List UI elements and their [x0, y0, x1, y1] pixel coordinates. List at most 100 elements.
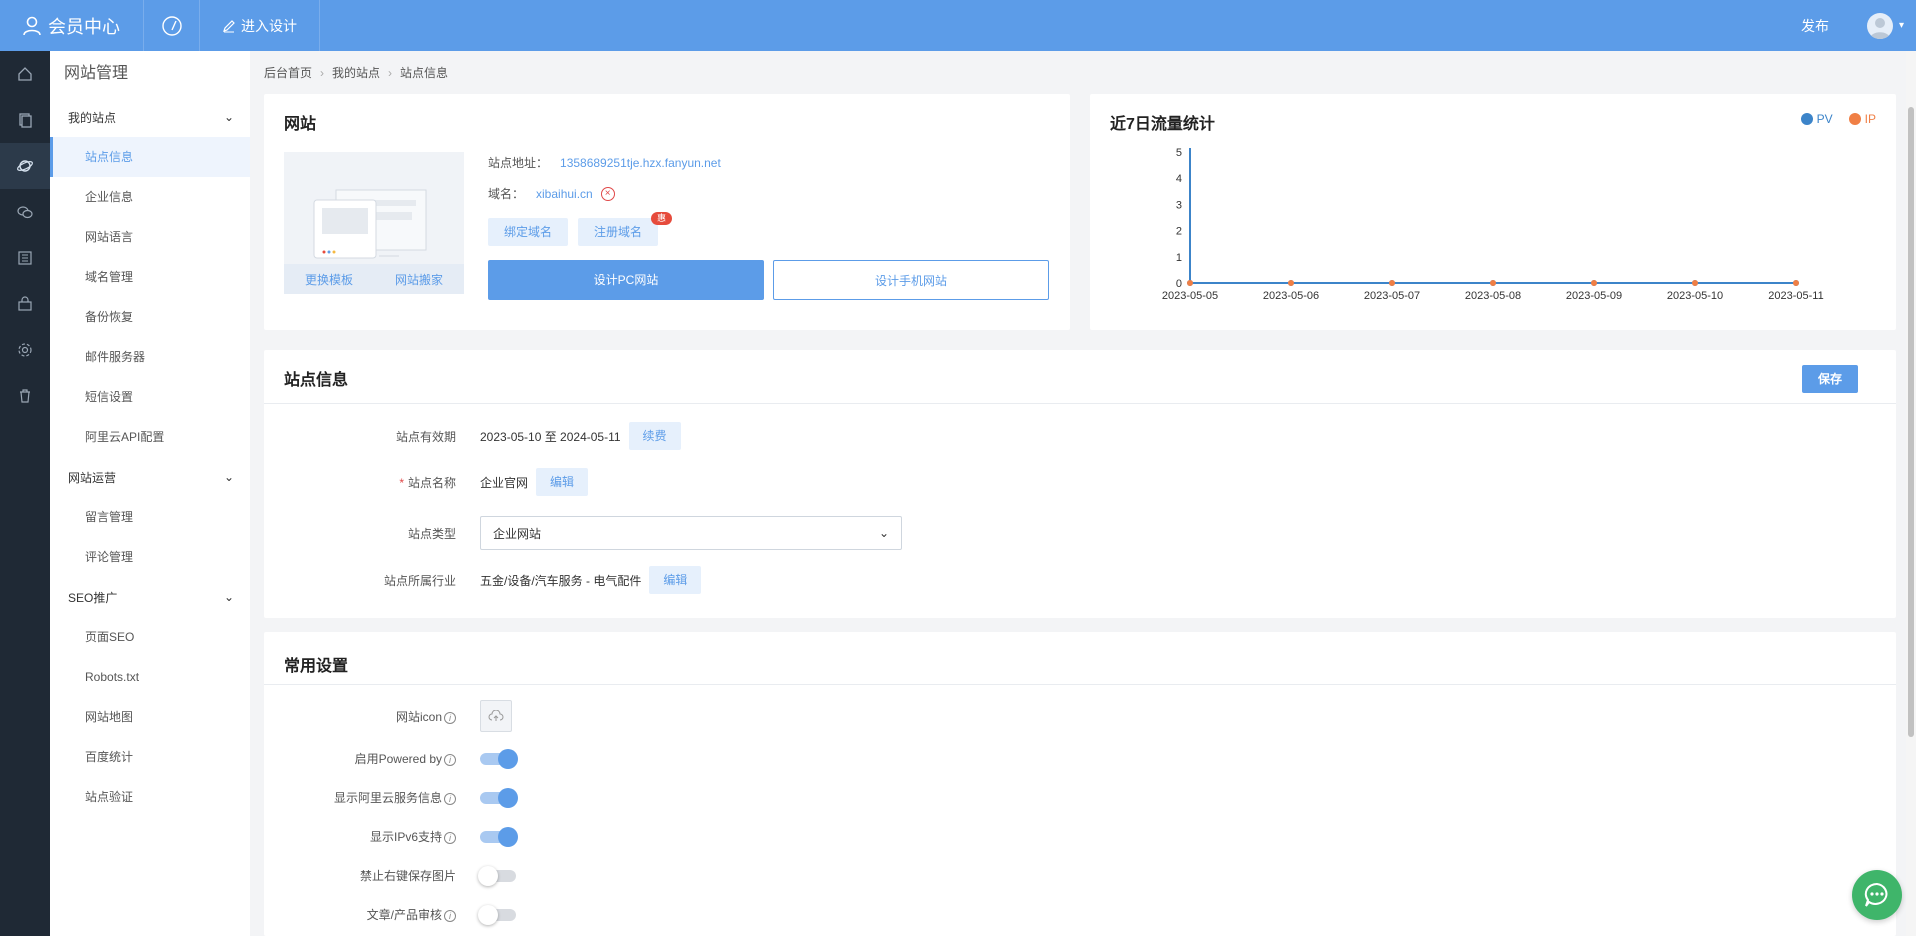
site-name-value: 企业官网	[480, 475, 529, 490]
setting-label: 启用Powered by	[354, 752, 442, 766]
breadcrumb-my-site[interactable]: 我的站点	[332, 64, 380, 81]
x-tick-label: 2023-05-11	[1768, 290, 1823, 302]
menu-item-site-language[interactable]: 网站语言	[50, 217, 250, 257]
info-icon[interactable]: i	[444, 754, 456, 766]
setting-label-wrap: 禁止右键保存图片	[264, 867, 480, 884]
menu-item-sitemap[interactable]: 网站地图	[50, 697, 250, 737]
member-center-brand[interactable]: 会员中心	[0, 0, 144, 51]
menu-group-label: SEO推广	[68, 590, 118, 605]
bind-domain-button[interactable]: 绑定域名	[488, 218, 569, 246]
edit-industry-button[interactable]: 编辑	[649, 566, 702, 594]
powered-by-toggle[interactable]	[480, 748, 518, 769]
menu-item-mail-server[interactable]: 邮件服务器	[50, 337, 250, 377]
rail-list[interactable]	[0, 235, 50, 281]
site-name-value-wrap: 企业官网 编辑	[480, 468, 589, 496]
x-tick-label: 2023-05-08	[1465, 290, 1521, 302]
chat-support-button[interactable]	[1852, 870, 1902, 920]
menu-item-domain[interactable]: 域名管理	[50, 257, 250, 297]
enter-design-button[interactable]: 进入设计	[200, 0, 320, 51]
change-template-link[interactable]: 更换模板	[305, 271, 353, 288]
scrollbar-thumb[interactable]	[1908, 107, 1914, 737]
menu-item-sms[interactable]: 短信设置	[50, 377, 250, 417]
setting-label-wrap: 显示阿里云服务信息 i	[264, 789, 480, 806]
menu-item-robots[interactable]: Robots.txt	[50, 657, 250, 697]
chevron-down-icon: ⌄	[223, 110, 234, 124]
review-toggle[interactable]	[478, 904, 516, 925]
breadcrumb-home[interactable]: 后台首页	[264, 64, 312, 81]
page-scrollbar[interactable]	[1906, 51, 1916, 936]
rail-home[interactable]	[0, 51, 50, 97]
setting-label-wrap: 文章/产品审核 i	[264, 906, 480, 923]
menu-item-site-info[interactable]: 站点信息	[50, 137, 250, 177]
edit-name-button[interactable]: 编辑	[536, 468, 589, 496]
list-icon	[18, 251, 32, 265]
website-panel: 网站 更换模板 网站搬家 站点地址： 1358689251tje.hzx.fan…	[264, 94, 1070, 330]
gauge-icon	[161, 15, 182, 36]
side-menu: 网站管理 我的站点 ⌄ 站点信息 企业信息 网站语言 域名管理 备份恢复 邮件服…	[50, 51, 250, 936]
rail-settings[interactable]	[0, 327, 50, 373]
menu-item-company-info[interactable]: 企业信息	[50, 177, 250, 217]
register-domain-button[interactable]: 注册域名 惠	[578, 212, 673, 246]
close-icon[interactable]: ×	[600, 186, 615, 201]
site-address-label: 站点地址：	[488, 156, 549, 170]
validity-label: 站点有效期	[395, 429, 456, 444]
info-icon[interactable]: i	[444, 711, 456, 724]
site-address-row: 站点地址： 1358689251tje.hzx.fanyun.net	[488, 154, 721, 171]
data-point-ip	[1389, 280, 1395, 286]
rail-shop[interactable]	[0, 281, 50, 327]
wechat-icon	[17, 206, 33, 219]
rail-website[interactable]	[0, 143, 50, 189]
x-tick-label: 2023-05-10	[1667, 290, 1723, 302]
setting-row-right-click: 禁止右键保存图片	[264, 865, 516, 886]
info-icon[interactable]: i	[444, 832, 456, 844]
right-click-toggle[interactable]	[478, 865, 516, 886]
chevron-down-icon[interactable]: ▾	[1899, 20, 1904, 31]
top-bar: 会员中心 进入设计 发布 ▾	[0, 0, 1916, 51]
info-icon[interactable]: i	[444, 910, 456, 922]
menu-group-my-site[interactable]: 我的站点 ⌄	[50, 97, 250, 137]
avatar[interactable]	[1866, 12, 1893, 39]
setting-label: 显示IPv6支持	[369, 830, 442, 844]
required-mark: *	[399, 475, 404, 490]
user-icon	[23, 16, 41, 35]
common-settings-panel: 常用设置 网站icon i 启用Powered by i 显示阿里云服务信息 i 显示…	[264, 632, 1896, 936]
menu-item-site-verify[interactable]: 站点验证	[50, 777, 250, 817]
design-pc-button[interactable]: 设计PC网站	[488, 260, 764, 300]
menu-item-page-seo[interactable]: 页面SEO	[50, 617, 250, 657]
breadcrumb-separator: ›	[320, 65, 325, 80]
renew-button[interactable]: 续费	[628, 422, 681, 450]
save-button[interactable]: 保存	[1802, 365, 1858, 393]
menu-group-seo[interactable]: SEO推广 ⌄	[50, 577, 250, 617]
upload-icon-button[interactable]	[480, 700, 512, 732]
register-domain-label: 注册域名	[594, 225, 643, 239]
aliyun-info-toggle[interactable]	[480, 787, 518, 808]
setting-row-review: 文章/产品审核 i	[264, 904, 516, 925]
toggle-knob	[498, 787, 518, 808]
site-address-link[interactable]: 1358689251tje.hzx.fanyun.net	[560, 156, 721, 170]
enter-design-label: 进入设计	[241, 17, 297, 34]
move-site-link[interactable]: 网站搬家	[395, 271, 443, 288]
dashboard-button[interactable]	[144, 0, 200, 51]
setting-row-aliyun-info: 显示阿里云服务信息 i	[264, 787, 518, 808]
menu-item-backup[interactable]: 备份恢复	[50, 297, 250, 337]
website-panel-title: 网站	[284, 116, 317, 133]
menu-item-comments[interactable]: 评论管理	[50, 537, 250, 577]
template-thumbnail: 更换模板 网站搬家	[284, 152, 464, 294]
menu-item-baidu-stats[interactable]: 百度统计	[50, 737, 250, 777]
design-mobile-button[interactable]: 设计手机网站	[773, 260, 1049, 300]
rail-wechat[interactable]	[0, 189, 50, 235]
menu-item-messages[interactable]: 留言管理	[50, 497, 250, 537]
domain-link[interactable]: xibaihui.cn	[536, 187, 593, 201]
site-type-value: 企业网站	[493, 526, 542, 541]
x-tick-label: 2023-05-09	[1566, 290, 1622, 302]
ipv6-toggle[interactable]	[480, 826, 518, 847]
menu-item-aliyun-api[interactable]: 阿里云API配置	[50, 417, 250, 457]
data-point-ip	[1692, 280, 1698, 286]
rail-pages[interactable]	[0, 97, 50, 143]
publish-button[interactable]: 发布	[1801, 16, 1829, 36]
site-type-select[interactable]: 企业网站 ⌄	[480, 516, 902, 550]
rail-trash[interactable]	[0, 373, 50, 419]
y-tick-label: 1	[1176, 252, 1182, 264]
menu-group-operation[interactable]: 网站运营 ⌄	[50, 457, 250, 497]
info-icon[interactable]: i	[444, 793, 456, 805]
